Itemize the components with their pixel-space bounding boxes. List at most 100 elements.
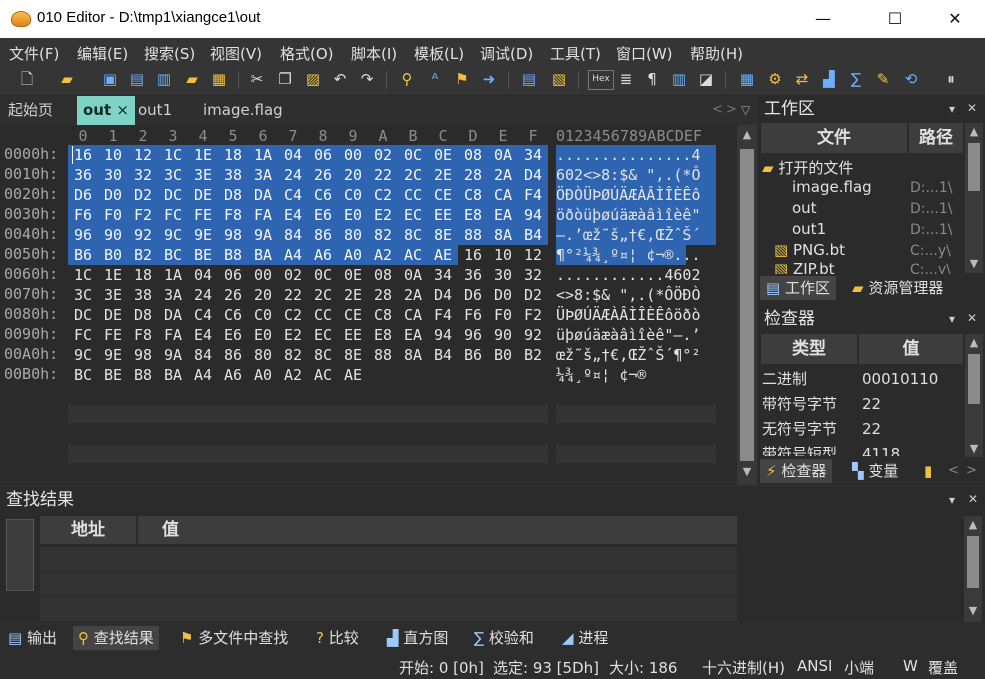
hex-byte[interactable]: BE bbox=[98, 365, 128, 385]
tab-output[interactable]: ▤ 输出 bbox=[8, 626, 57, 650]
hex-byte[interactable]: 22 bbox=[368, 165, 398, 185]
tab-find-results[interactable]: ⚲ 查找结果 bbox=[73, 626, 159, 650]
scroll-down-icon[interactable]: ▼ bbox=[739, 465, 755, 478]
column-path[interactable]: 路径 bbox=[909, 123, 963, 153]
paste-icon[interactable]: ▨ bbox=[304, 70, 322, 88]
hex-byte[interactable]: 0A bbox=[488, 145, 518, 165]
hex-byte[interactable]: 9E bbox=[188, 225, 218, 245]
tree-item[interactable]: ▧ PNG.bt bbox=[774, 241, 845, 259]
tab-out[interactable]: out × bbox=[77, 96, 135, 125]
hex-byte[interactable]: E2 bbox=[368, 205, 398, 225]
hex-byte[interactable]: 9C bbox=[68, 345, 98, 365]
hex-byte[interactable]: E8 bbox=[368, 325, 398, 345]
hex-byte[interactable]: 06 bbox=[218, 265, 248, 285]
hex-byte[interactable]: D4 bbox=[518, 165, 548, 185]
hex-byte[interactable]: A2 bbox=[368, 245, 398, 265]
hex-byte[interactable]: 32 bbox=[518, 265, 548, 285]
hex-byte[interactable]: F8 bbox=[128, 325, 158, 345]
hex-byte[interactable]: 82 bbox=[278, 345, 308, 365]
hex-byte[interactable]: 30 bbox=[488, 265, 518, 285]
tools-icon[interactable]: ✎ bbox=[874, 70, 892, 88]
status-overwrite[interactable]: 覆盖 bbox=[928, 657, 958, 678]
hex-byte[interactable]: 04 bbox=[278, 145, 308, 165]
scroll-thumb[interactable] bbox=[968, 354, 980, 404]
hex-byte[interactable]: B4 bbox=[518, 225, 548, 245]
hex-byte[interactable]: 88 bbox=[368, 345, 398, 365]
hex-byte[interactable]: 20 bbox=[248, 285, 278, 305]
hex-byte[interactable]: FA bbox=[248, 205, 278, 225]
column-find-value[interactable]: 值 bbox=[138, 516, 737, 544]
hex-byte[interactable]: 0E bbox=[338, 265, 368, 285]
tab-histogram[interactable]: ▟ 直方图 bbox=[387, 626, 448, 650]
tab-scroll-left-icon[interactable]: < bbox=[948, 459, 959, 483]
scroll-up-icon[interactable]: ▲ bbox=[739, 128, 755, 141]
hex-byte[interactable]: 80 bbox=[248, 345, 278, 365]
hex-byte[interactable]: E0 bbox=[248, 325, 278, 345]
tab-explorer[interactable]: ▰ 资源管理器 bbox=[852, 276, 943, 300]
hex-byte[interactable]: FE bbox=[98, 325, 128, 345]
hex-byte[interactable]: F8 bbox=[218, 205, 248, 225]
hex-byte[interactable]: 00 bbox=[248, 265, 278, 285]
column-file[interactable]: 文件 bbox=[761, 123, 907, 153]
template-icon[interactable]: ▤ bbox=[520, 70, 538, 88]
hex-byte[interactable]: DC bbox=[68, 305, 98, 325]
hex-byte[interactable]: 96 bbox=[68, 225, 98, 245]
status-endian[interactable]: 小端 bbox=[844, 657, 874, 678]
hex-byte[interactable]: 16 bbox=[458, 245, 488, 265]
menu-template[interactable]: 模板(L) bbox=[414, 43, 464, 64]
inspector-row[interactable]: 无符号字节 22 bbox=[760, 417, 965, 441]
panel-close-icon[interactable]: ✕ bbox=[967, 311, 977, 325]
panel-close-icon[interactable]: ✕ bbox=[968, 492, 978, 506]
hex-byte[interactable]: 9C bbox=[158, 225, 188, 245]
hex-byte[interactable]: 2C bbox=[308, 285, 338, 305]
hex-byte[interactable]: EC bbox=[398, 205, 428, 225]
hex-byte[interactable]: 04 bbox=[188, 265, 218, 285]
tree-item[interactable]: image.flag bbox=[792, 178, 872, 196]
hex-byte[interactable]: 08 bbox=[458, 145, 488, 165]
hex-byte[interactable]: 3A bbox=[248, 165, 278, 185]
hex-byte[interactable]: 8A bbox=[398, 345, 428, 365]
hex-byte[interactable]: F6 bbox=[458, 305, 488, 325]
ascii-row[interactable]: <>8:$& ",.(*ÔÖÐÒ bbox=[556, 285, 716, 305]
compare-icon[interactable]: ⇄ bbox=[793, 70, 811, 88]
maximize-button[interactable]: ☐ bbox=[872, 0, 918, 38]
hex-byte[interactable]: 12 bbox=[518, 245, 548, 265]
hex-byte[interactable]: BA bbox=[248, 245, 278, 265]
hex-byte[interactable]: B8 bbox=[218, 245, 248, 265]
hex-byte[interactable]: 94 bbox=[518, 205, 548, 225]
paragraph-icon[interactable]: ¶ bbox=[643, 70, 661, 88]
hex-byte[interactable]: 3C bbox=[158, 165, 188, 185]
ascii-row[interactable]: ¶°²¼¾¸º¤¦ ¢¬®... bbox=[556, 245, 716, 265]
hex-byte[interactable]: 84 bbox=[278, 225, 308, 245]
tab-out1[interactable]: out1 bbox=[138, 96, 172, 125]
minimize-button[interactable]: — bbox=[800, 0, 846, 38]
hex-byte[interactable]: 10 bbox=[98, 145, 128, 165]
hex-byte[interactable]: CA bbox=[398, 305, 428, 325]
hex-byte[interactable]: 1A bbox=[248, 145, 278, 165]
hex-byte[interactable]: 18 bbox=[128, 265, 158, 285]
hex-byte[interactable]: 1E bbox=[188, 145, 218, 165]
hex-byte[interactable]: E8 bbox=[458, 205, 488, 225]
menu-tools[interactable]: 工具(T) bbox=[550, 43, 601, 64]
tree-item[interactable]: out1 bbox=[792, 220, 826, 238]
column-value[interactable]: 值 bbox=[859, 334, 963, 364]
hex-byte[interactable]: BA bbox=[158, 365, 188, 385]
tab-close-icon[interactable]: × bbox=[116, 101, 129, 119]
hex-byte[interactable]: A6 bbox=[218, 365, 248, 385]
hex-byte[interactable]: F0 bbox=[488, 305, 518, 325]
hex-byte[interactable]: 92 bbox=[128, 225, 158, 245]
hex-byte[interactable]: 98 bbox=[218, 225, 248, 245]
menu-help[interactable]: 帮助(H) bbox=[690, 43, 743, 64]
hex-byte[interactable]: BC bbox=[68, 365, 98, 385]
scroll-thumb[interactable] bbox=[967, 536, 979, 588]
menu-debug[interactable]: 调试(D) bbox=[480, 43, 533, 64]
search-replace-icon[interactable]: ⚙ bbox=[766, 70, 784, 88]
hex-byte[interactable]: C2 bbox=[368, 185, 398, 205]
tab-scroll-left-icon[interactable]: < bbox=[712, 96, 723, 125]
hex-byte[interactable]: 9A bbox=[158, 345, 188, 365]
ascii-row[interactable]: ...............4 bbox=[556, 145, 716, 165]
hex-byte[interactable]: EA bbox=[488, 205, 518, 225]
scroll-up-icon[interactable]: ▲ bbox=[966, 125, 982, 138]
menu-script[interactable]: 脚本(I) bbox=[351, 43, 397, 64]
ascii-row[interactable]: 602<>8:$& ",.(*Ô bbox=[556, 165, 716, 185]
